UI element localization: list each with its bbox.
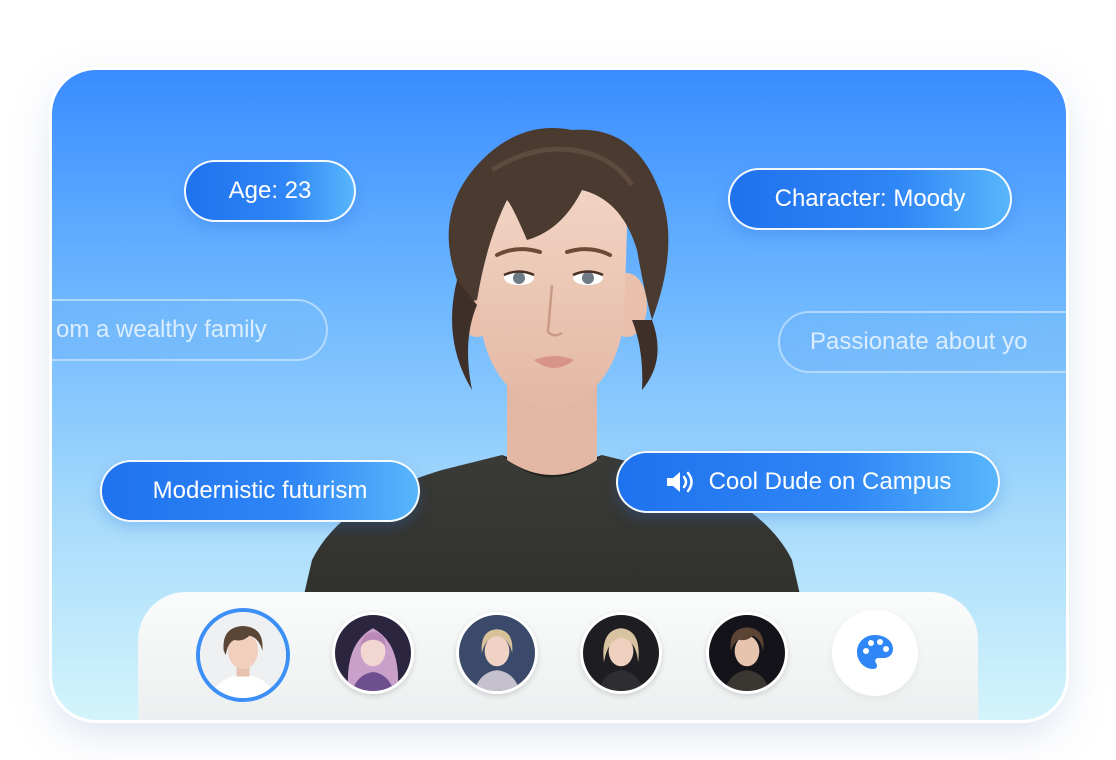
- voice-tag-label: Cool Dude on Campus: [708, 468, 952, 495]
- avatar-3-image: [459, 615, 535, 691]
- character-tag[interactable]: Character: Moody: [728, 168, 1012, 230]
- avatar-4-image: [583, 615, 659, 691]
- avatar-3[interactable]: [456, 612, 538, 694]
- character-card: Age: 23 Character: Moody om a wealthy fa…: [52, 70, 1066, 720]
- avatar-dock: [138, 592, 978, 720]
- family-tag[interactable]: om a wealthy family: [52, 299, 328, 361]
- avatar-1[interactable]: [196, 608, 290, 702]
- style-tag[interactable]: Modernistic futurism: [100, 460, 420, 522]
- age-tag[interactable]: Age: 23: [184, 160, 356, 222]
- voice-tag[interactable]: Cool Dude on Campus: [616, 451, 1000, 513]
- palette-icon: [857, 635, 893, 669]
- avatar-5[interactable]: [706, 612, 788, 694]
- passion-tag[interactable]: Passionate about yo: [778, 311, 1066, 373]
- avatar-2[interactable]: [332, 612, 414, 694]
- avatar-4[interactable]: [580, 612, 662, 694]
- customize-button[interactable]: [832, 610, 918, 696]
- avatar-5-image: [709, 615, 785, 691]
- character-tag-label: Character: Moody: [774, 185, 966, 212]
- age-tag-label: Age: 23: [228, 177, 312, 204]
- family-tag-label: om a wealthy family: [56, 316, 267, 343]
- avatar-1-image: [200, 612, 286, 698]
- speaker-icon[interactable]: [665, 469, 695, 495]
- style-tag-label: Modernistic futurism: [152, 477, 368, 504]
- passion-tag-label: Passionate about yo: [810, 328, 1028, 355]
- avatar-2-image: [335, 615, 411, 691]
